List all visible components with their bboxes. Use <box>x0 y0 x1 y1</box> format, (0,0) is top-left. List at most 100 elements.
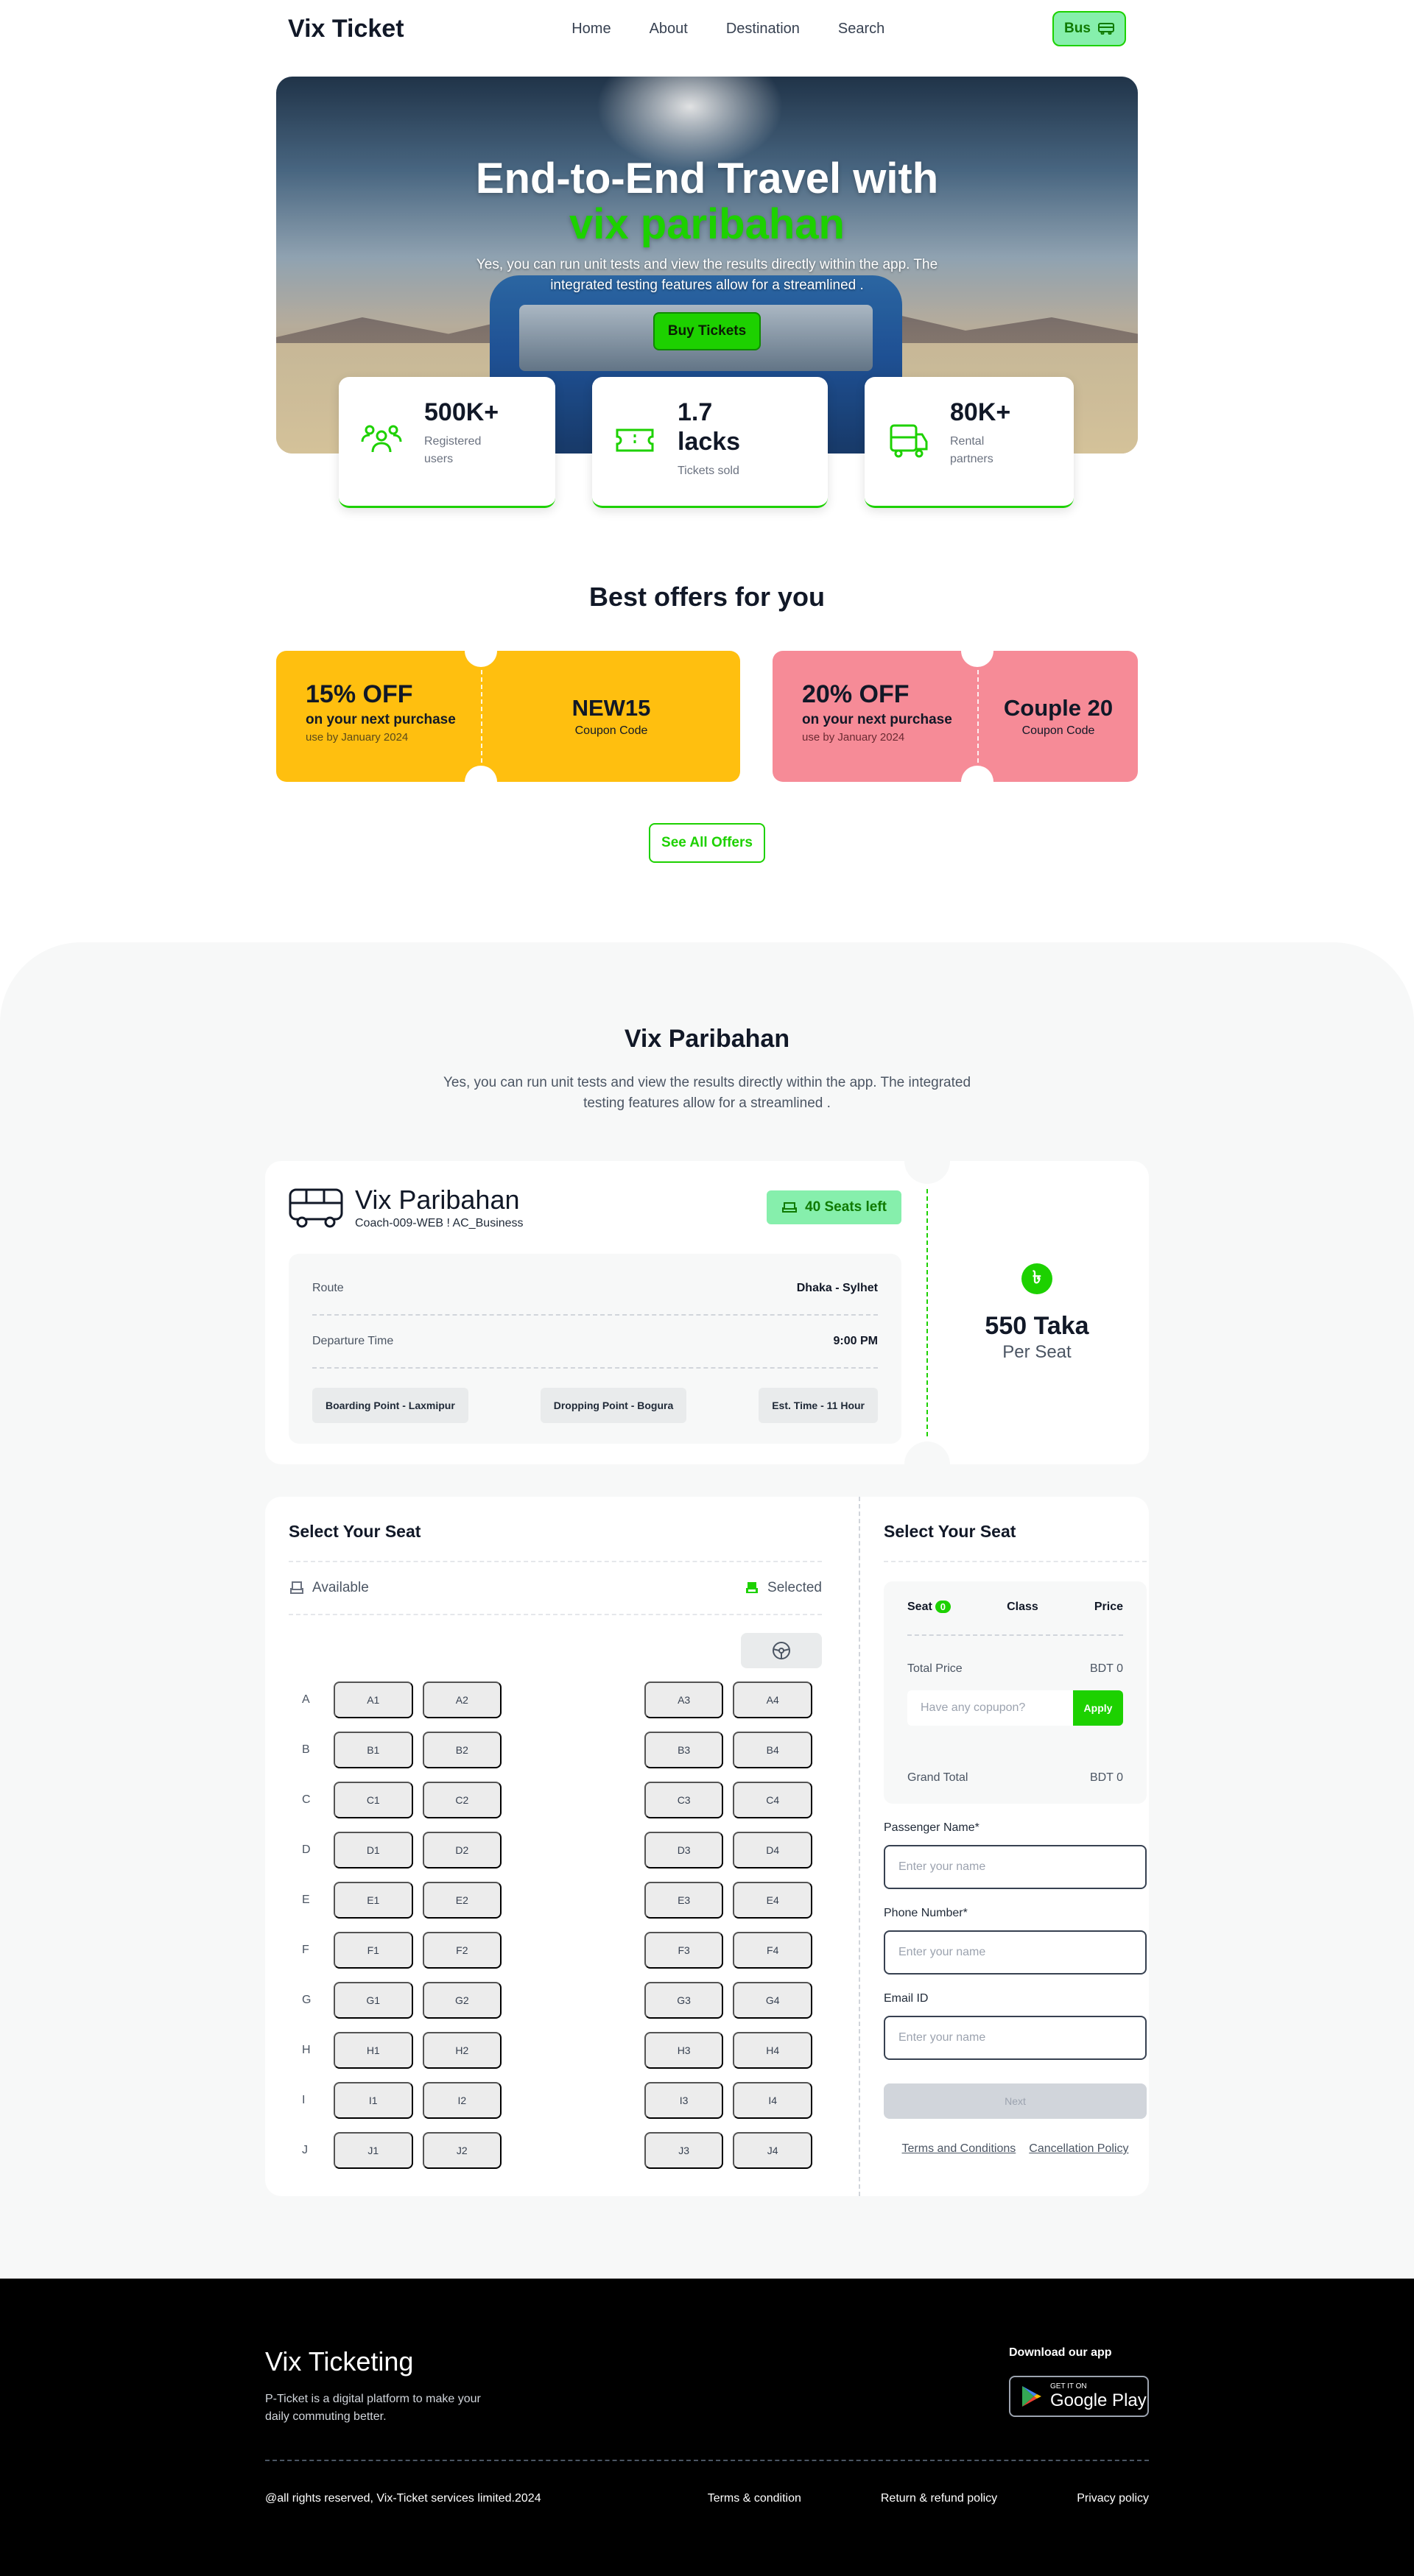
seat-E4[interactable]: E4 <box>733 1882 812 1919</box>
coach-info: Coach-009-WEB ! AC_Business <box>355 1217 524 1229</box>
seat-C1[interactable]: C1 <box>333 1782 413 1818</box>
seat-D1[interactable]: D1 <box>333 1832 413 1869</box>
seat-E2[interactable]: E2 <box>422 1882 502 1919</box>
seat-I1[interactable]: I1 <box>333 2082 413 2119</box>
bus-info-card: Vix Paribahan Coach-009-WEB ! AC_Busines… <box>265 1138 1149 1487</box>
seat-A4[interactable]: A4 <box>733 1682 812 1718</box>
seat-row-label: A <box>302 1693 310 1706</box>
route-value: Dhaka - Sylhet <box>796 1282 878 1294</box>
seat-G4[interactable]: G4 <box>733 1982 812 2019</box>
seat-D2[interactable]: D2 <box>422 1832 502 1869</box>
nav-link-destination[interactable]: Destination <box>726 21 800 38</box>
seat-D4[interactable]: D4 <box>733 1832 812 1869</box>
seat-F4[interactable]: F4 <box>733 1932 812 1969</box>
seat-count-badge: 0 <box>935 1601 952 1613</box>
seat-C3[interactable]: C3 <box>644 1782 724 1818</box>
coupon-input[interactable] <box>907 1690 1073 1726</box>
buy-tickets-button[interactable]: Buy Tickets <box>653 312 761 350</box>
seat-H3[interactable]: H3 <box>644 2032 724 2069</box>
seat-J3[interactable]: J3 <box>644 2132 724 2169</box>
grand-total-value: BDT 0 <box>1089 1771 1123 1784</box>
seat-row: C C1 C2 C3 C4 <box>289 1782 822 1818</box>
seat-row: J J1 J2 J3 J4 <box>289 2132 822 2169</box>
seat-A1[interactable]: A1 <box>333 1682 413 1718</box>
stat-label: Rental partners <box>950 435 993 465</box>
seat-G1[interactable]: G1 <box>333 1982 413 2019</box>
seat-J4[interactable]: J4 <box>733 2132 812 2169</box>
seat-F3[interactable]: F3 <box>644 1932 724 1969</box>
seat-J1[interactable]: J1 <box>333 2132 413 2169</box>
seat-row-label: G <box>302 1994 312 2006</box>
google-play-badge[interactable]: GET IT ON Google Play <box>1009 2376 1149 2417</box>
seat-row: F F1 F2 F3 F4 <box>289 1932 822 1969</box>
stat-label: Registered users <box>424 435 482 465</box>
coupon-card[interactable]: 15% OFF on your next purchase use by Jan… <box>276 635 740 798</box>
seat-H2[interactable]: H2 <box>422 2032 502 2069</box>
seat-H4[interactable]: H4 <box>733 2032 812 2069</box>
hero-title-accent: vix paribahan <box>569 200 845 248</box>
google-play-icon <box>1022 2386 1041 2407</box>
seat-row-label: C <box>302 1793 311 1806</box>
seat-E1[interactable]: E1 <box>333 1882 413 1919</box>
seat-map: Select Your Seat Available Selected A A1 A… <box>265 1497 860 2196</box>
paribahan-section: Vix Paribahan Yes, you can run unit test… <box>0 942 1414 2279</box>
seat-map-title: Select Your Seat <box>289 1522 822 1562</box>
seat-C4[interactable]: C4 <box>733 1782 812 1818</box>
seat-row-label: D <box>302 1843 311 1856</box>
footer: Vix Ticketing P-Ticket is a digital plat… <box>0 2279 1414 2576</box>
seat-D3[interactable]: D3 <box>644 1832 724 1869</box>
nav-link-home[interactable]: Home <box>571 21 611 38</box>
seat-C2[interactable]: C2 <box>422 1782 502 1818</box>
footer-brand: Vix Ticketing <box>265 2346 414 2376</box>
seat-E3[interactable]: E3 <box>644 1882 724 1919</box>
section-title: Vix Paribahan <box>624 1025 790 1053</box>
coupon-code-label: Coupon Code <box>1021 724 1095 737</box>
phone-input[interactable] <box>884 1930 1147 1975</box>
seat-A3[interactable]: A3 <box>644 1682 724 1718</box>
nav-link-about[interactable]: About <box>650 21 688 38</box>
footer-link-terms[interactable]: Terms & condition <box>708 2492 801 2505</box>
seat-row: H H1 H2 H3 H4 <box>289 2032 822 2069</box>
seat-B3[interactable]: B3 <box>644 1732 724 1768</box>
seat-J2[interactable]: J2 <box>422 2132 502 2169</box>
apply-coupon-button[interactable]: Apply <box>1073 1690 1123 1726</box>
taka-icon: ৳ <box>1021 1263 1052 1294</box>
see-all-offers-button[interactable]: See All Offers <box>649 823 765 863</box>
seat-B1[interactable]: B1 <box>333 1732 413 1768</box>
terms-link[interactable]: Terms and Conditions <box>902 2142 1016 2156</box>
passenger-name-input[interactable] <box>884 1845 1147 1889</box>
seat-B4[interactable]: B4 <box>733 1732 812 1768</box>
seat-F1[interactable]: F1 <box>333 1932 413 1969</box>
dropping-point: Dropping Point - Bogura <box>540 1388 687 1423</box>
steering-wheel <box>741 1633 822 1668</box>
seat-G3[interactable]: G3 <box>644 1982 724 2019</box>
footer-link-refund[interactable]: Return & refund policy <box>881 2492 997 2505</box>
coupon-expiry: use by January 2024 <box>306 731 409 744</box>
bus-button[interactable]: Bus <box>1052 11 1126 46</box>
ticket-icon <box>616 428 654 452</box>
seat-H1[interactable]: H1 <box>333 2032 413 2069</box>
email-label: Email ID <box>884 1992 929 2005</box>
grand-total-label: Grand Total <box>907 1771 968 1784</box>
site-logo[interactable]: Vix Ticket <box>288 15 404 43</box>
seat-I2[interactable]: I2 <box>422 2082 502 2119</box>
seat-B2[interactable]: B2 <box>422 1732 502 1768</box>
seat-G2[interactable]: G2 <box>422 1982 502 2019</box>
nav-link-search[interactable]: Search <box>838 21 884 38</box>
coupon-card[interactable]: 20% OFF on your next purchase use by Jan… <box>773 635 1138 798</box>
offers-title: Best offers for you <box>588 582 826 612</box>
seat-row-label: B <box>302 1743 310 1756</box>
col-seat: Seat 0 <box>907 1601 952 1614</box>
next-button[interactable]: Next <box>884 2083 1147 2119</box>
seat-A2[interactable]: A2 <box>422 1682 502 1718</box>
stat-card-partners: 80K+ Rental partners <box>865 377 1074 508</box>
cancellation-policy-link[interactable]: Cancellation Policy <box>1029 2142 1128 2156</box>
email-input[interactable] <box>884 2016 1147 2060</box>
seat-F2[interactable]: F2 <box>422 1932 502 1969</box>
estimated-time: Est. Time - 11 Hour <box>759 1388 878 1423</box>
bus-icon <box>289 1188 343 1228</box>
seat-I4[interactable]: I4 <box>733 2082 812 2119</box>
stats-row: 500K+ Registered users 1.7 lacks Tickets… <box>339 377 1074 508</box>
seat-I3[interactable]: I3 <box>644 2082 724 2119</box>
footer-link-privacy[interactable]: Privacy policy <box>1077 2492 1149 2505</box>
